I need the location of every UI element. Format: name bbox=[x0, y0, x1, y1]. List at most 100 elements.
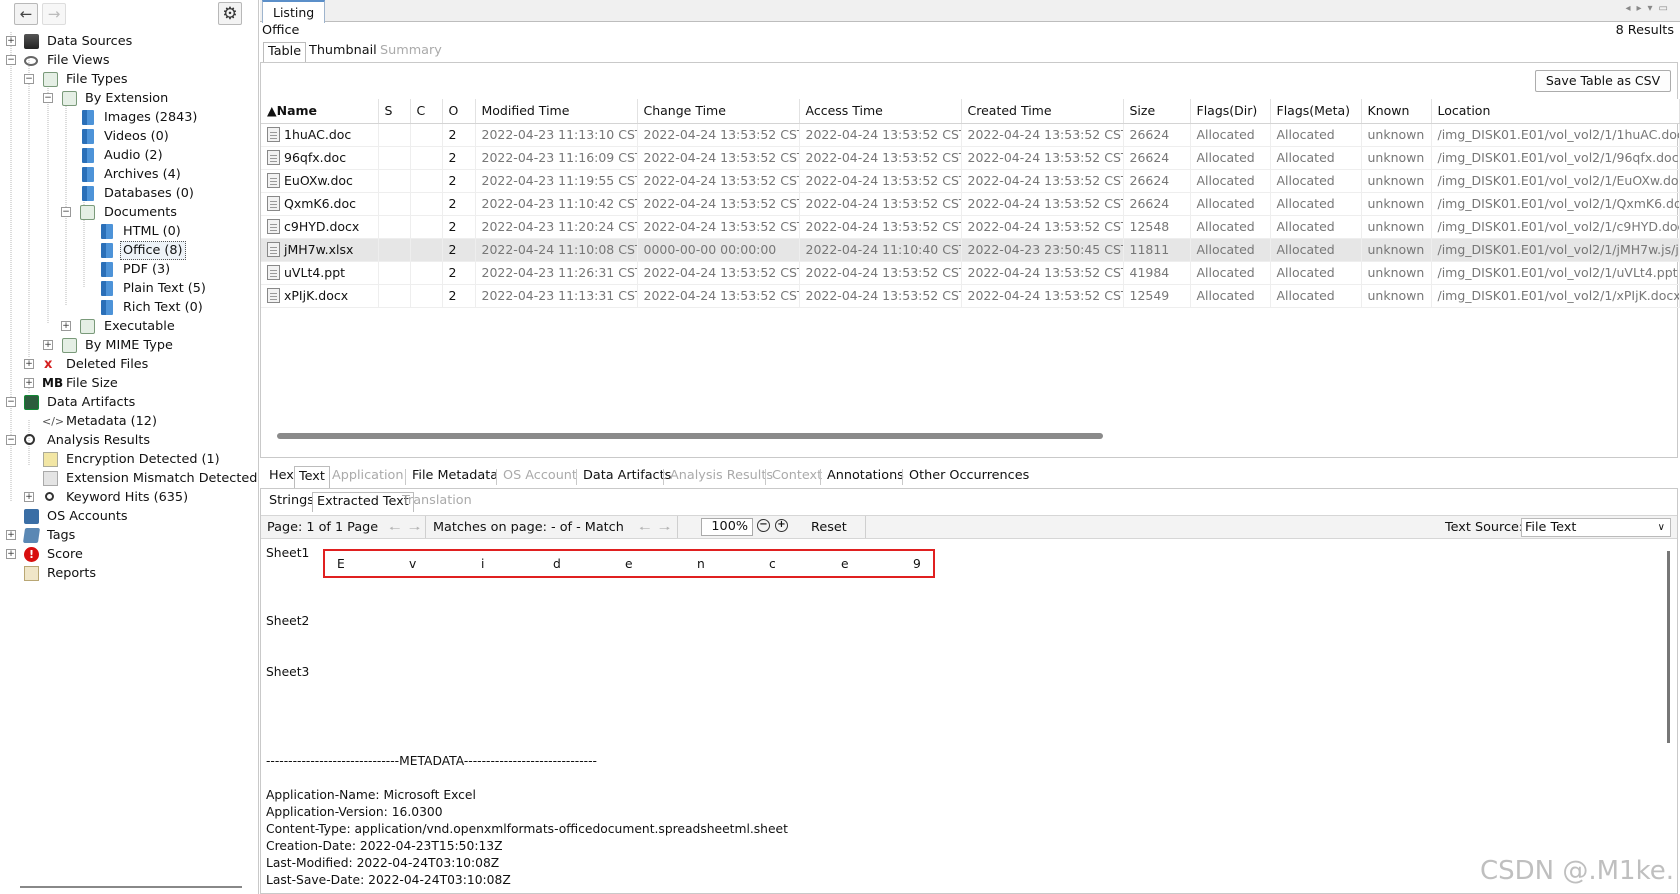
column-header-location[interactable]: Location bbox=[1431, 99, 1680, 124]
column-header-change[interactable]: Change Time bbox=[637, 99, 800, 124]
tree-horizontal-scrollbar[interactable] bbox=[20, 886, 242, 888]
tab-file-metadata[interactable]: File Metadata bbox=[408, 466, 502, 488]
column-header-access[interactable]: Access Time bbox=[799, 99, 962, 124]
column-header-size[interactable]: Size bbox=[1123, 99, 1191, 124]
collapse-icon[interactable]: − bbox=[24, 74, 34, 84]
scrollbar-thumb[interactable] bbox=[1667, 551, 1670, 743]
expand-icon[interactable]: + bbox=[24, 378, 34, 388]
column-header-c[interactable]: C bbox=[410, 99, 443, 124]
tab-analysis-results[interactable]: Analysis Results bbox=[666, 466, 777, 488]
expand-icon[interactable]: + bbox=[61, 321, 71, 331]
expand-icon[interactable]: + bbox=[6, 530, 16, 540]
tab-thumbnail[interactable]: Thumbnail bbox=[305, 42, 381, 62]
book-icon bbox=[82, 167, 94, 182]
tab-os-account[interactable]: OS Account bbox=[499, 466, 581, 488]
tree-item-keyword-hits[interactable]: + Keyword Hits (635) bbox=[0, 488, 258, 507]
tab-application[interactable]: Application bbox=[328, 466, 408, 488]
column-header-s[interactable]: S bbox=[378, 99, 411, 124]
collapse-icon[interactable]: − bbox=[6, 435, 16, 445]
tree-item-encryption[interactable]: Encryption Detected (1) bbox=[0, 450, 258, 469]
collapse-icon[interactable]: − bbox=[6, 55, 16, 65]
tree-item-office[interactable]: Office (8) bbox=[0, 241, 258, 260]
text-source-select[interactable]: File Text ∨ bbox=[1521, 518, 1671, 537]
tree-item-file-views[interactable]: − File Views bbox=[0, 51, 258, 70]
tree-item-deleted-files[interactable]: + x Deleted Files bbox=[0, 355, 258, 374]
arrow-right-icon[interactable]: → bbox=[42, 3, 66, 25]
column-header-o[interactable]: O bbox=[442, 99, 476, 124]
tree-item-metadata[interactable]: </> Metadata (12) bbox=[0, 412, 258, 431]
tab-translation[interactable]: Translation bbox=[398, 492, 476, 512]
tree-item-plain-text[interactable]: Plain Text (5) bbox=[0, 279, 258, 298]
expand-icon[interactable]: + bbox=[24, 359, 34, 369]
tab-summary[interactable]: Summary bbox=[376, 42, 446, 62]
tab-text[interactable]: Text bbox=[294, 466, 330, 488]
tab-scroll-controls[interactable]: ◂▸▾▭ bbox=[1625, 3, 1674, 14]
zoom-in-icon[interactable]: + bbox=[775, 519, 788, 532]
tree-item-by-extension[interactable]: − By Extension bbox=[0, 89, 258, 108]
arrow-left-icon[interactable]: ← bbox=[14, 3, 38, 25]
alert-icon: ! bbox=[24, 547, 39, 562]
expand-icon[interactable]: + bbox=[6, 36, 16, 46]
expand-icon[interactable]: + bbox=[24, 492, 34, 502]
table-horizontal-scrollbar[interactable] bbox=[277, 433, 1103, 439]
collapse-icon[interactable]: − bbox=[43, 93, 53, 103]
zoom-field[interactable]: 100% bbox=[701, 518, 753, 536]
tree-item-executable[interactable]: + Executable bbox=[0, 317, 258, 336]
tree-item-html[interactable]: HTML (0) bbox=[0, 222, 258, 241]
tree-item-documents[interactable]: − Documents bbox=[0, 203, 258, 222]
tab-table[interactable]: Table bbox=[263, 42, 307, 62]
tab-context[interactable]: Context bbox=[768, 466, 826, 488]
text-vertical-scrollbar[interactable] bbox=[1663, 541, 1675, 893]
tree-item-file-types[interactable]: − File Types bbox=[0, 70, 258, 89]
tab-listing[interactable]: Listing bbox=[262, 0, 326, 23]
tab-annotations[interactable]: Annotations bbox=[823, 466, 908, 488]
table-row[interactable]: 1huAC.doc 2 2022-04-23 11:13:10 CST 2022-04… bbox=[261, 123, 1680, 147]
expand-icon[interactable]: + bbox=[43, 340, 53, 350]
column-header-name[interactable]: ▲Name bbox=[261, 99, 379, 124]
zoom-out-icon[interactable]: − bbox=[757, 519, 770, 532]
tree-item-images[interactable]: Images (2843) bbox=[0, 108, 258, 127]
tree-item-file-size[interactable]: + MB File Size bbox=[0, 374, 258, 393]
table-row[interactable]: 96qfx.doc 2 2022-04-23 11:16:09 CST 2022-04… bbox=[261, 146, 1680, 170]
tab-other-occurrences[interactable]: Other Occurrences bbox=[905, 466, 1033, 488]
table-row[interactable]: uVLt4.ppt 2 2022-04-23 11:26:31 CST 2022-04… bbox=[261, 261, 1680, 285]
collapse-icon[interactable]: − bbox=[6, 397, 16, 407]
expand-icon[interactable]: + bbox=[6, 549, 16, 559]
tree-item-reports[interactable]: Reports bbox=[0, 564, 258, 583]
tab-hex[interactable]: Hex bbox=[265, 466, 298, 488]
tree-item-analysis-results[interactable]: − Analysis Results bbox=[0, 431, 258, 450]
tree-item-extension-mismatch[interactable]: Extension Mismatch Detected (6) bbox=[0, 469, 280, 488]
tree-item-pdf[interactable]: PDF (3) bbox=[0, 260, 258, 279]
tree-item-audio[interactable]: Audio (2) bbox=[0, 146, 258, 165]
column-header-known[interactable]: Known bbox=[1361, 99, 1432, 124]
tree-item-archives[interactable]: Archives (4) bbox=[0, 165, 258, 184]
tree-item-rich-text[interactable]: Rich Text (0) bbox=[0, 298, 258, 317]
tree-item-score[interactable]: + ! Score bbox=[0, 545, 258, 564]
table-row[interactable]: xPIjK.docx 2 2022-04-23 11:13:31 CST 2022-0… bbox=[261, 284, 1680, 308]
table-cell: EuOXw.doc bbox=[261, 169, 379, 193]
table-row[interactable]: EuOXw.doc 2 2022-04-23 11:19:55 CST 2022-04… bbox=[261, 169, 1680, 193]
gear-icon[interactable]: ⚙ bbox=[218, 2, 242, 25]
tree-item-videos[interactable]: Videos (0) bbox=[0, 127, 258, 146]
column-header-created[interactable]: Created Time bbox=[961, 99, 1124, 124]
tab-strings[interactable]: Strings bbox=[265, 492, 318, 512]
tab-data-artifacts[interactable]: Data Artifacts bbox=[579, 466, 675, 488]
cell-text: 2022-04-24 13:53:52 CST bbox=[967, 196, 1123, 211]
reset-zoom-button[interactable]: Reset bbox=[811, 520, 847, 535]
column-header-flags-dir[interactable]: Flags(Dir) bbox=[1190, 99, 1271, 124]
tree-item-tags[interactable]: + Tags bbox=[0, 526, 258, 545]
table-row[interactable]: c9HYD.docx 2 2022-04-23 11:20:24 CST 2022-0… bbox=[261, 215, 1680, 239]
tree-label: Data Sources bbox=[47, 34, 133, 49]
save-table-csv-button[interactable]: Save Table as CSV bbox=[1535, 70, 1671, 92]
table-row[interactable]: jMH7w.xlsx 2 2022-04-24 11:10:08 CST 0000-0… bbox=[261, 238, 1680, 262]
tree-item-data-artifacts[interactable]: − Data Artifacts bbox=[0, 393, 258, 412]
extracted-text-area[interactable]: Sheet1 E v i d e n c e 9 Sheet2 Sheet3 -… bbox=[261, 539, 1661, 894]
column-header-flags-meta[interactable]: Flags(Meta) bbox=[1270, 99, 1362, 124]
tree-item-by-mime[interactable]: + By MIME Type bbox=[0, 336, 258, 355]
tree-item-os-accounts[interactable]: OS Accounts bbox=[0, 507, 258, 526]
table-row[interactable]: QxmK6.doc 2 2022-04-23 11:10:42 CST 2022-04… bbox=[261, 192, 1680, 216]
tree-item-data-sources[interactable]: + Data Sources bbox=[0, 32, 258, 51]
column-header-modified[interactable]: Modified Time bbox=[475, 99, 638, 124]
collapse-icon[interactable]: − bbox=[61, 207, 71, 217]
tree-item-databases[interactable]: Databases (0) bbox=[0, 184, 258, 203]
